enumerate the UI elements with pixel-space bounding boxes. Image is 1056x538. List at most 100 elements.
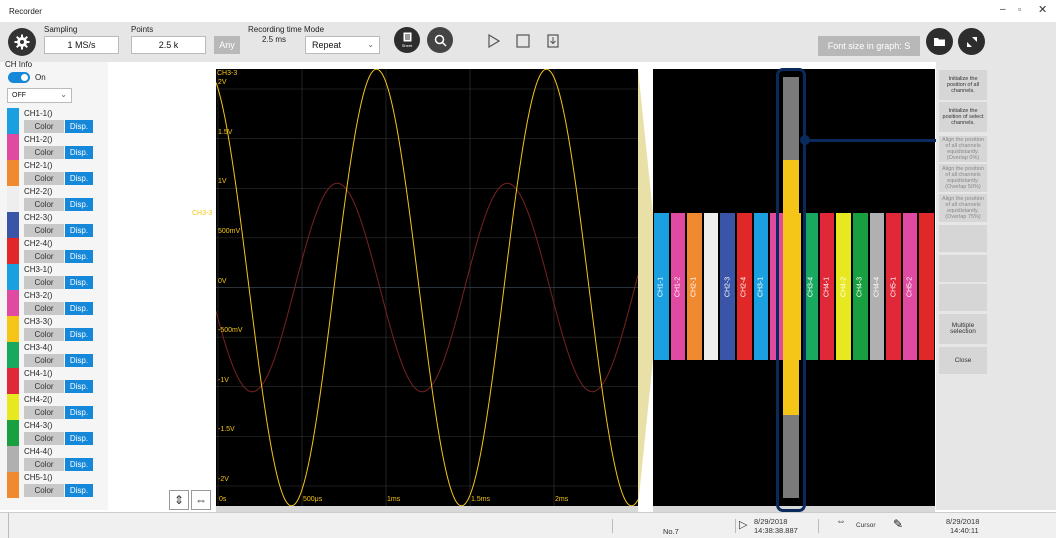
disp-button[interactable]: Disp. <box>65 224 93 237</box>
color-button[interactable]: Color <box>24 432 64 445</box>
record-number: No.7 <box>663 527 679 536</box>
trigger-time: 14:38:38.887 <box>754 526 798 535</box>
color-button[interactable]: Color <box>24 328 64 341</box>
channel-strip[interactable]: CH3-1 <box>753 213 769 360</box>
open-folder-button[interactable] <box>926 28 953 55</box>
channel-name: CH4-2() <box>24 395 53 404</box>
mode-select[interactable]: Repeat ⌄ <box>305 36 380 54</box>
channel-strip[interactable]: CH2-4 <box>736 213 752 360</box>
disp-button[interactable]: Disp. <box>65 276 93 289</box>
color-button[interactable]: Color <box>24 302 64 315</box>
disp-button[interactable]: Disp. <box>65 406 93 419</box>
channel-color-swatch <box>7 446 19 472</box>
panel-button[interactable] <box>939 255 987 282</box>
color-button[interactable]: Color <box>24 224 64 237</box>
pen-icon[interactable]: ✎ <box>893 517 903 531</box>
trigger-icon: ▷ <box>739 519 748 531</box>
minimize-icon[interactable]: – <box>1000 4 1006 15</box>
waveform-graph[interactable]: CH3-3 2V 1.5V 1V 500mV 0V -500mV -1V -1.5V -2V 0… <box>215 68 639 507</box>
channel-name: CH2-1() <box>24 161 53 170</box>
disp-button[interactable]: Disp. <box>65 302 93 315</box>
horizontal-zoom-button[interactable]: ⇔ <box>191 490 211 510</box>
any-button[interactable]: Any <box>214 36 240 54</box>
panel-button[interactable] <box>939 284 987 311</box>
channel-name: CH1-2() <box>24 135 53 144</box>
channel-name: CH2-4() <box>24 239 53 248</box>
sheet-button[interactable]: Sheet <box>394 27 420 53</box>
panel-button[interactable]: Initialize the position of select channe… <box>939 102 987 132</box>
vertical-arrows-icon: ⇕ <box>173 493 185 507</box>
panel-button[interactable]: Align the position of all channels equid… <box>939 136 987 162</box>
channel-row: CH4-4() Color Disp. <box>7 446 109 472</box>
vertical-zoom-button[interactable]: ⇕ <box>169 490 189 510</box>
disp-button[interactable]: Disp. <box>65 458 93 471</box>
channel-color-swatch <box>7 316 19 342</box>
y-tick-label: -1V <box>218 376 229 384</box>
panel-button[interactable]: Multiple selection <box>939 314 987 344</box>
search-button[interactable] <box>427 27 453 53</box>
ch-filter-select[interactable]: OFF ⌄ <box>7 88 72 103</box>
color-button[interactable]: Color <box>24 250 64 263</box>
channel-strip[interactable]: CH2-3 <box>720 213 735 360</box>
disp-button[interactable]: Disp. <box>65 120 93 133</box>
channel-strip[interactable]: CH2-1 <box>687 213 702 360</box>
ch-filter-value: OFF <box>12 92 26 99</box>
channel-strip[interactable]: CH4-1 <box>819 213 835 360</box>
channel-strip[interactable]: CH5-1 <box>886 213 901 360</box>
channel-strip[interactable] <box>919 213 934 360</box>
disp-button[interactable]: Disp. <box>65 354 93 367</box>
color-button[interactable]: Color <box>24 354 64 367</box>
channel-strip[interactable]: CH1-2 <box>670 213 686 360</box>
channel-color-swatch <box>7 394 19 420</box>
color-button[interactable]: Color <box>24 484 64 497</box>
channel-color-swatch <box>7 472 19 498</box>
disp-button[interactable]: Disp. <box>65 250 93 263</box>
channel-strip[interactable]: CH1-1 <box>654 213 669 360</box>
disp-button[interactable]: Disp. <box>65 172 93 185</box>
panel-button[interactable]: Initialize the position of all channels. <box>939 70 987 100</box>
color-button[interactable]: Color <box>24 458 64 471</box>
channel-strip[interactable]: CH4-2 <box>836 213 852 360</box>
points-field[interactable]: 2.5 k <box>131 36 206 54</box>
color-button[interactable]: Color <box>24 146 64 159</box>
y-tick-label: 0V <box>218 277 227 285</box>
color-button[interactable]: Color <box>24 380 64 393</box>
disp-button[interactable]: Disp. <box>65 146 93 159</box>
channel-row: CH4-1() Color Disp. <box>7 368 109 394</box>
disp-button[interactable]: Disp. <box>65 328 93 341</box>
channel-color-swatch <box>7 186 19 212</box>
color-button[interactable]: Color <box>24 172 64 185</box>
restore-icon[interactable]: ▫ <box>1018 4 1021 14</box>
play-button[interactable] <box>483 30 505 52</box>
save-button[interactable] <box>542 30 564 52</box>
channel-name: CH3-4() <box>24 343 53 352</box>
channel-strip[interactable]: CH4-3 <box>853 213 868 360</box>
color-button[interactable]: Color <box>24 276 64 289</box>
panel-button[interactable]: Close <box>939 347 987 374</box>
trigger-date: 8/29/2018 <box>754 517 788 526</box>
cursor-icon[interactable]: ⇔ <box>836 516 846 527</box>
sampling-field[interactable]: 1 MS/s <box>44 36 119 54</box>
close-icon[interactable]: ✕ <box>1038 3 1047 16</box>
color-button[interactable]: Color <box>24 406 64 419</box>
fullscreen-button[interactable] <box>958 28 985 55</box>
color-button[interactable]: Color <box>24 198 64 211</box>
channel-strip[interactable]: CH5-2 <box>902 213 918 360</box>
ch-info-toggle[interactable] <box>8 72 30 83</box>
y-tick-label: 2V <box>218 79 227 86</box>
channel-strip-label: CH2-4 <box>740 276 748 297</box>
panel-button[interactable] <box>939 225 987 252</box>
color-button[interactable]: Color <box>24 120 64 133</box>
disp-button[interactable]: Disp. <box>65 380 93 393</box>
channel-strip[interactable]: CH4-4 <box>869 213 885 360</box>
disp-button[interactable]: Disp. <box>65 484 93 497</box>
settings-button[interactable] <box>8 28 36 56</box>
font-size-button[interactable]: Font size in graph: S <box>818 36 920 56</box>
panel-button[interactable]: Align the position of all channels equid… <box>939 164 987 192</box>
stop-button[interactable] <box>512 30 534 52</box>
mode-value: Repeat <box>312 40 342 50</box>
channel-strip[interactable] <box>703 213 719 360</box>
disp-button[interactable]: Disp. <box>65 198 93 211</box>
disp-button[interactable]: Disp. <box>65 432 93 445</box>
panel-button[interactable]: Align the position of all channels equid… <box>939 194 987 222</box>
